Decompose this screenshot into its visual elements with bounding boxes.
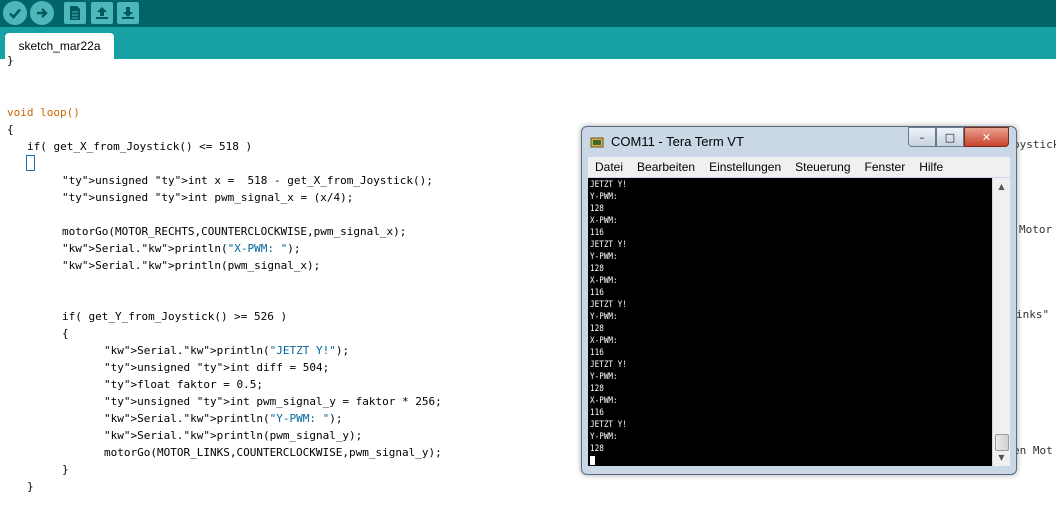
terminal-line: 128 bbox=[590, 204, 604, 214]
menu-datei[interactable]: Datei bbox=[588, 160, 630, 174]
code-line: motorGo(MOTOR_RECHTS,COUNTERCLOCKWISE,pw… bbox=[62, 225, 407, 238]
code-line: "ty">unsigned "ty">int diff = 504; bbox=[104, 361, 330, 374]
code-line: motorGo(MOTOR_LINKS,COUNTERCLOCKWISE,pwm… bbox=[104, 446, 442, 459]
window-titlebar[interactable]: COM11 - Tera Term VT – □ ✕ bbox=[582, 127, 1016, 157]
terminal-line: 128 bbox=[590, 384, 604, 394]
code-line: } bbox=[7, 54, 14, 67]
menu-fenster[interactable]: Fenster bbox=[858, 160, 913, 174]
terminal-line: JETZT Y! bbox=[590, 300, 627, 310]
terminal-line: Y-PWM: bbox=[590, 432, 618, 442]
code-fragment: Motor bbox=[1019, 223, 1053, 236]
terminal-line: 116 bbox=[590, 288, 604, 298]
code-line: { bbox=[62, 327, 69, 340]
save-button[interactable] bbox=[117, 2, 139, 24]
terminal-line: Y-PWM: bbox=[590, 312, 618, 322]
verify-button[interactable] bbox=[3, 1, 27, 25]
vertical-scrollbar[interactable]: ▲ ▼ bbox=[992, 178, 1010, 466]
code-line: "ty">unsigned "ty">int pwm_signal_x = (x… bbox=[62, 191, 354, 204]
terminal-cursor bbox=[590, 456, 595, 465]
terminal-line: 116 bbox=[590, 408, 604, 418]
teraterm-window[interactable]: COM11 - Tera Term VT – □ ✕ Datei Bearbei… bbox=[581, 126, 1017, 475]
code-line: { bbox=[7, 123, 14, 136]
code-line: } bbox=[27, 480, 34, 493]
code-line: "kw">Serial."kw">println("JETZT Y!"); bbox=[104, 344, 350, 357]
terminal-line: Y-PWM: bbox=[590, 372, 618, 382]
code-fragment: inks" bbox=[1016, 308, 1050, 321]
terminal-line: 116 bbox=[590, 348, 604, 358]
code-line: } bbox=[62, 463, 69, 476]
code-line: "kw">Serial."kw">println(pwm_signal_x); bbox=[62, 259, 321, 272]
teraterm-icon bbox=[590, 137, 604, 148]
code-line: "ty">float faktor = 0.5; bbox=[104, 378, 263, 391]
close-button[interactable]: ✕ bbox=[964, 127, 1009, 147]
check-icon bbox=[9, 8, 21, 19]
tab-sketch[interactable]: sketch_mar22a bbox=[5, 33, 114, 59]
terminal-line: JETZT Y! bbox=[590, 240, 627, 250]
window-controls: – □ ✕ bbox=[908, 127, 1009, 147]
text-cursor bbox=[26, 155, 35, 171]
code-fragment: en Mot bbox=[1013, 444, 1053, 457]
terminal-line: 116 bbox=[590, 228, 604, 238]
menu-hilfe[interactable]: Hilfe bbox=[912, 160, 950, 174]
scroll-up-icon[interactable]: ▲ bbox=[993, 178, 1010, 195]
window-title: COM11 - Tera Term VT bbox=[611, 134, 744, 149]
code-line: if( get_Y_from_Joystick() >= 526 ) bbox=[62, 310, 288, 323]
terminal-line: Y-PWM: bbox=[590, 252, 618, 262]
menu-steuerung[interactable]: Steuerung bbox=[788, 160, 857, 174]
code-line: "ty">unsigned "ty">int x = 518 - get_X_f… bbox=[62, 174, 433, 187]
terminal-line: 128 bbox=[590, 324, 604, 334]
terminal-line: 128 bbox=[590, 444, 604, 454]
open-arrow-up-icon bbox=[96, 7, 108, 19]
code-line: "kw">Serial."kw">println("Y-PWM: "); bbox=[104, 412, 343, 425]
terminal-line: X-PWM: bbox=[590, 336, 618, 346]
toolbar bbox=[0, 0, 1056, 27]
terminal-line: Y-PWM: bbox=[590, 192, 618, 202]
save-arrow-down-icon bbox=[122, 7, 134, 19]
arrow-right-icon bbox=[37, 8, 48, 18]
menu-bearbeiten[interactable]: Bearbeiten bbox=[630, 160, 702, 174]
new-button[interactable] bbox=[64, 2, 86, 24]
terminal-line: X-PWM: bbox=[590, 396, 618, 406]
code-line-text: void loop() bbox=[7, 106, 80, 119]
new-file-icon bbox=[70, 6, 80, 20]
code-line: "ty">unsigned "ty">int pwm_signal_y = fa… bbox=[104, 395, 442, 408]
open-button[interactable] bbox=[91, 2, 113, 24]
code-line: "kw">Serial."kw">println(pwm_signal_y); bbox=[104, 429, 363, 442]
terminal-line: JETZT Y! bbox=[590, 420, 627, 430]
code-line: void loop() bbox=[7, 104, 80, 121]
upload-button[interactable] bbox=[30, 1, 54, 25]
tab-bar: sketch_mar22a bbox=[0, 27, 1056, 59]
code-line: if( get_X_from_Joystick() <= 518 ) bbox=[27, 140, 253, 153]
terminal-line: X-PWM: bbox=[590, 276, 618, 286]
terminal-output[interactable]: JETZT Y! Y-PWM: 128 X-PWM: 116 JETZT Y! Y-PWM:… bbox=[588, 178, 992, 466]
maximize-button[interactable]: □ bbox=[936, 127, 964, 147]
terminal-line: JETZT Y! bbox=[590, 180, 627, 190]
minimize-button[interactable]: – bbox=[908, 127, 936, 147]
code-line: "kw">Serial."kw">println("X-PWM: "); bbox=[62, 242, 301, 255]
menu-bar: Datei Bearbeiten Einstellungen Steuerung… bbox=[588, 157, 1010, 177]
terminal-line: JETZT Y! bbox=[590, 360, 627, 370]
terminal-line: X-PWM: bbox=[590, 216, 618, 226]
terminal-line: 128 bbox=[590, 264, 604, 274]
code-fragment: oystick bbox=[1013, 138, 1056, 151]
menu-einstellungen[interactable]: Einstellungen bbox=[702, 160, 788, 174]
scroll-down-icon[interactable]: ▼ bbox=[993, 449, 1010, 466]
